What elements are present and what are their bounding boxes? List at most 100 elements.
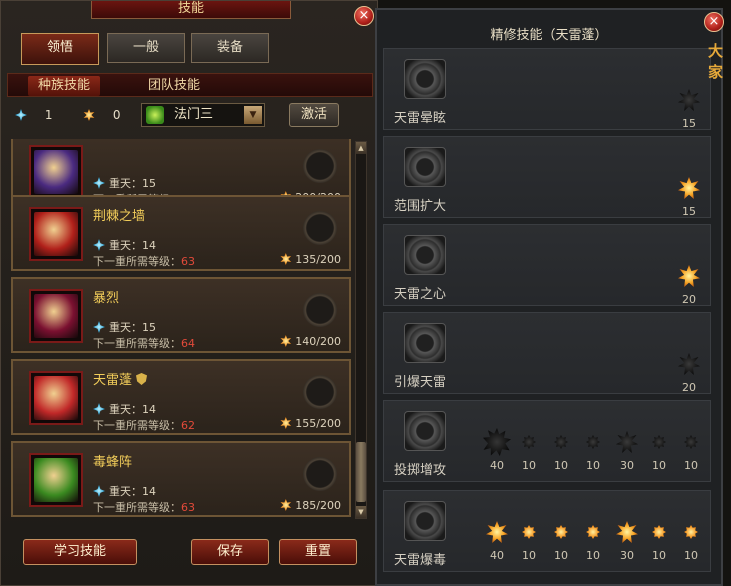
node-value: 10 [652, 459, 666, 472]
skill-upgrade-ring-icon[interactable] [303, 211, 337, 245]
scroll-up-icon[interactable]: ▲ [356, 142, 366, 154]
skill-icon-frame[interactable] [29, 207, 83, 261]
talent-node[interactable] [550, 521, 572, 543]
blue-gem-icon [93, 485, 105, 497]
skill-icon-frame[interactable] [29, 453, 83, 507]
talent-node[interactable] [486, 521, 508, 543]
talent-node[interactable] [616, 431, 638, 453]
close-icon[interactable]: × [354, 6, 374, 26]
refine-row: 天雷晕眩 15 [383, 48, 711, 130]
skill-icon [34, 376, 78, 420]
skill-card[interactable]: 暴烈 重天：15 下一重所需等级：64 140/200 [11, 277, 351, 353]
node-value: 15 [682, 117, 696, 130]
dot-node-icon [684, 435, 698, 449]
refine-skill-icon[interactable] [404, 235, 446, 275]
talent-node[interactable] [550, 431, 572, 453]
skill-upgrade-ring-icon[interactable] [303, 149, 337, 183]
skill-name: 暴烈 [93, 287, 119, 306]
blue-gem-icon [93, 321, 105, 333]
refine-skill-icon[interactable] [404, 59, 446, 99]
skill-name-text: 荆棘之墙 [93, 209, 146, 224]
talent-node[interactable] [678, 177, 700, 199]
talent-node[interactable] [680, 521, 702, 543]
node-value: 30 [620, 549, 634, 562]
skill-upgrade-ring-icon[interactable] [303, 375, 337, 409]
skill-name-text: 天雷蓬 [93, 373, 133, 388]
node-value: 10 [652, 549, 666, 562]
refine-skill-name: 引爆天雷 [394, 375, 447, 390]
blue-gem-icon [93, 239, 105, 251]
dot-node-icon [684, 525, 698, 539]
refine-skill-icon[interactable] [404, 501, 446, 541]
requirement-level: 63 [181, 501, 195, 514]
talent-node[interactable] [648, 431, 670, 453]
refine-row: 天雷爆毒 40 10 10 10 30 10 10 [383, 490, 711, 572]
talent-node[interactable] [680, 431, 702, 453]
orange-point-value: 0 [112, 108, 121, 122]
talent-node[interactable] [518, 521, 540, 543]
close-icon[interactable]: × [704, 12, 724, 32]
skill-list-scrollbar[interactable]: ▲ ▼ [355, 141, 367, 519]
talent-node[interactable] [518, 431, 540, 453]
requirement-label: 下一重所需等级： [93, 501, 181, 514]
talent-node[interactable] [582, 431, 604, 453]
skill-name: 天雷蓬 [93, 369, 148, 388]
learn-skill-button[interactable]: 学习技能 [23, 539, 137, 565]
skill-icon [34, 458, 78, 502]
skill-rank: 重天：14 [93, 237, 156, 253]
orange-gem-icon [280, 335, 292, 347]
rank-label: 重天： [109, 239, 142, 252]
skill-card[interactable]: 毒蜂阵 重天：14 下一重所需等级：63 185/200 [11, 441, 351, 517]
tab-general[interactable]: 一般 [107, 33, 185, 63]
progress-value: 155/200 [295, 417, 341, 430]
skill-card[interactable]: 天雷蓬 重天：14 下一重所需等级：62 155/200 [11, 359, 351, 435]
talent-node[interactable] [616, 521, 638, 543]
skill-icon-frame[interactable] [29, 145, 83, 199]
talent-node[interactable] [678, 353, 700, 375]
talent-node[interactable] [648, 521, 670, 543]
talent-node[interactable] [582, 521, 604, 543]
school-icon [146, 106, 164, 124]
talent-node[interactable] [678, 265, 700, 287]
orange-gem-icon [83, 109, 95, 121]
node-value: 10 [554, 459, 568, 472]
talent-node[interactable] [483, 428, 511, 456]
skill-name: 毒蜂阵 [93, 451, 132, 470]
skill-icon-frame[interactable] [29, 371, 83, 425]
requirement-label: 下一重所需等级： [93, 255, 181, 268]
refine-skill-icon[interactable] [404, 147, 446, 187]
refine-row: 投掷增攻 40 10 10 10 30 10 10 [383, 400, 711, 482]
tab-equipment[interactable]: 装备 [191, 33, 269, 63]
chevron-down-icon[interactable]: ▼ [244, 106, 262, 124]
blue-point-counter: 1 [15, 104, 52, 126]
node-value: 10 [684, 549, 698, 562]
blue-gem-icon [93, 403, 105, 415]
skill-upgrade-ring-icon[interactable] [303, 293, 337, 327]
rank-value: 14 [142, 239, 156, 252]
dot-node-icon [554, 525, 568, 539]
scroll-down-icon[interactable]: ▼ [356, 506, 366, 518]
save-button[interactable]: 保存 [191, 539, 269, 565]
refine-skill-icon[interactable] [404, 323, 446, 363]
reset-button[interactable]: 重置 [279, 539, 357, 565]
skill-rank: 重天：15 [93, 319, 156, 335]
skill-requirement: 下一重所需等级：63 [93, 253, 195, 269]
skill-rank: 重天：14 [93, 483, 156, 499]
requirement-label: 下一重所需等级： [93, 337, 181, 350]
school-select[interactable]: 法门三 ▼ [141, 103, 265, 127]
tab-comprehend[interactable]: 领悟 [21, 33, 99, 65]
skill-icon-frame[interactable] [29, 289, 83, 343]
skill-upgrade-ring-icon[interactable] [303, 457, 337, 491]
activate-button[interactable]: 激活 [289, 103, 339, 127]
sub-tabs: 种族技能 团队技能 [7, 73, 373, 97]
orange-gem-icon [280, 417, 292, 429]
orange-gem-icon [280, 499, 292, 511]
talent-node[interactable] [678, 89, 700, 111]
skill-progress: 135/200 [280, 253, 341, 266]
refine-skill-icon[interactable] [404, 411, 446, 451]
tab-race-skills[interactable]: 种族技能 [28, 76, 101, 96]
tab-team-skills[interactable]: 团队技能 [148, 76, 200, 96]
scroll-thumb[interactable] [356, 442, 366, 502]
skill-icon [34, 150, 78, 194]
skill-card[interactable]: 荆棘之墙重天：14 下一重所需等级：63 135/200 [11, 195, 351, 271]
